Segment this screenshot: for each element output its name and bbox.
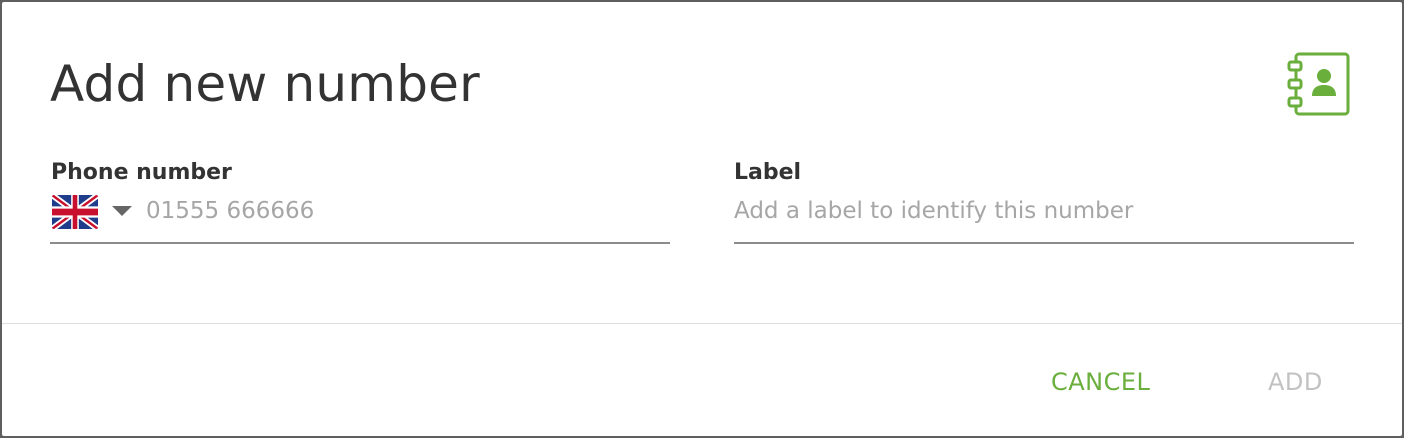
phone-number-label: Phone number (51, 160, 232, 185)
uk-flag-icon (52, 195, 98, 229)
cancel-button[interactable]: CANCEL (1051, 364, 1150, 400)
label-input[interactable] (734, 192, 1350, 230)
add-button[interactable]: ADD (1268, 364, 1323, 400)
phone-number-field (50, 192, 670, 244)
footer-divider (2, 323, 1402, 324)
caret-down-icon (112, 206, 132, 216)
contacts-button[interactable] (1286, 50, 1354, 118)
dialog-title: Add new number (50, 55, 480, 113)
label-field (734, 192, 1354, 244)
label-field-label: Label (734, 160, 802, 185)
country-selector[interactable] (52, 194, 136, 230)
add-number-dialog: Add new number Phone number 01555 666666… (2, 2, 1402, 436)
address-book-icon (1287, 52, 1350, 116)
phone-number-input[interactable] (146, 192, 666, 230)
